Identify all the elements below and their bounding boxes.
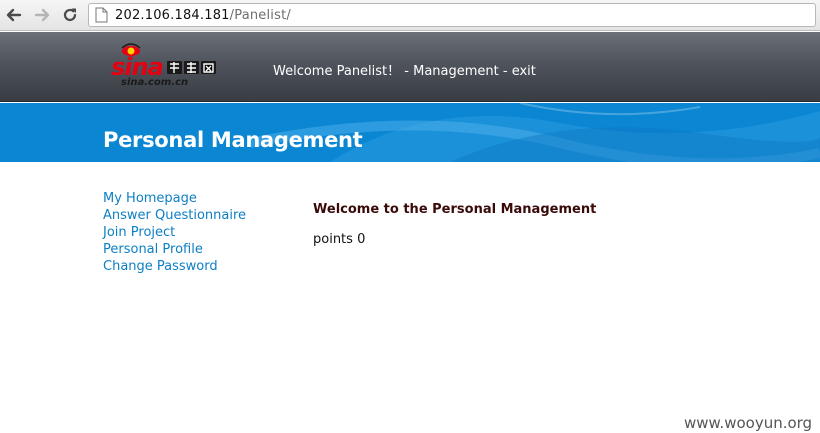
points-display: points 0 [313, 232, 365, 247]
forward-button[interactable] [31, 4, 53, 26]
page-title: Personal Management [103, 128, 363, 152]
url-text[interactable]: 202.106.184.181/Panelist/ [115, 8, 291, 23]
welcome-bar: Welcome Panelist！ - Management - exit [273, 60, 536, 79]
back-arrow-icon [6, 8, 22, 22]
url-host: 202.106.184.181 [115, 7, 230, 23]
welcome-text: Welcome Panelist！ - [273, 64, 414, 79]
sina-logo[interactable]: sina sina.com.cn [109, 42, 221, 90]
content-heading: Welcome to the Personal Management [313, 202, 597, 217]
sidebar-item-answer-questionnaire[interactable]: Answer Questionnaire [103, 207, 246, 224]
url-path: /Panelist/ [229, 7, 291, 23]
page-banner: Personal Management [0, 103, 820, 162]
sidebar-item-join-project[interactable]: Join Project [103, 224, 246, 241]
sidebar-item-my-homepage[interactable]: My Homepage [103, 190, 246, 207]
svg-text:sina.com.cn: sina.com.cn [121, 77, 188, 88]
sina-eye-logo-icon: sina sina.com.cn [111, 43, 216, 88]
browser-toolbar: 202.106.184.181/Panelist/ [0, 0, 820, 31]
reload-icon [63, 8, 77, 22]
welcome-separator: - [498, 64, 512, 79]
sidebar-menu: My Homepage Answer Questionnaire Join Pr… [103, 190, 246, 275]
points-label: points [313, 232, 353, 247]
exit-link[interactable]: exit [512, 64, 536, 79]
management-link[interactable]: Management [413, 64, 499, 79]
reload-button[interactable] [59, 4, 81, 26]
sidebar-item-change-password[interactable]: Change Password [103, 258, 246, 275]
watermark: www.wooyun.org [684, 414, 813, 432]
sidebar-item-personal-profile[interactable]: Personal Profile [103, 241, 246, 258]
points-value: 0 [357, 232, 366, 247]
page-icon [95, 7, 108, 23]
site-header: sina sina.com.cn Welcome Panelist！ - Man… [0, 32, 820, 102]
forward-arrow-icon [34, 8, 50, 22]
back-button[interactable] [3, 4, 25, 26]
address-bar[interactable]: 202.106.184.181/Panelist/ [88, 3, 816, 27]
